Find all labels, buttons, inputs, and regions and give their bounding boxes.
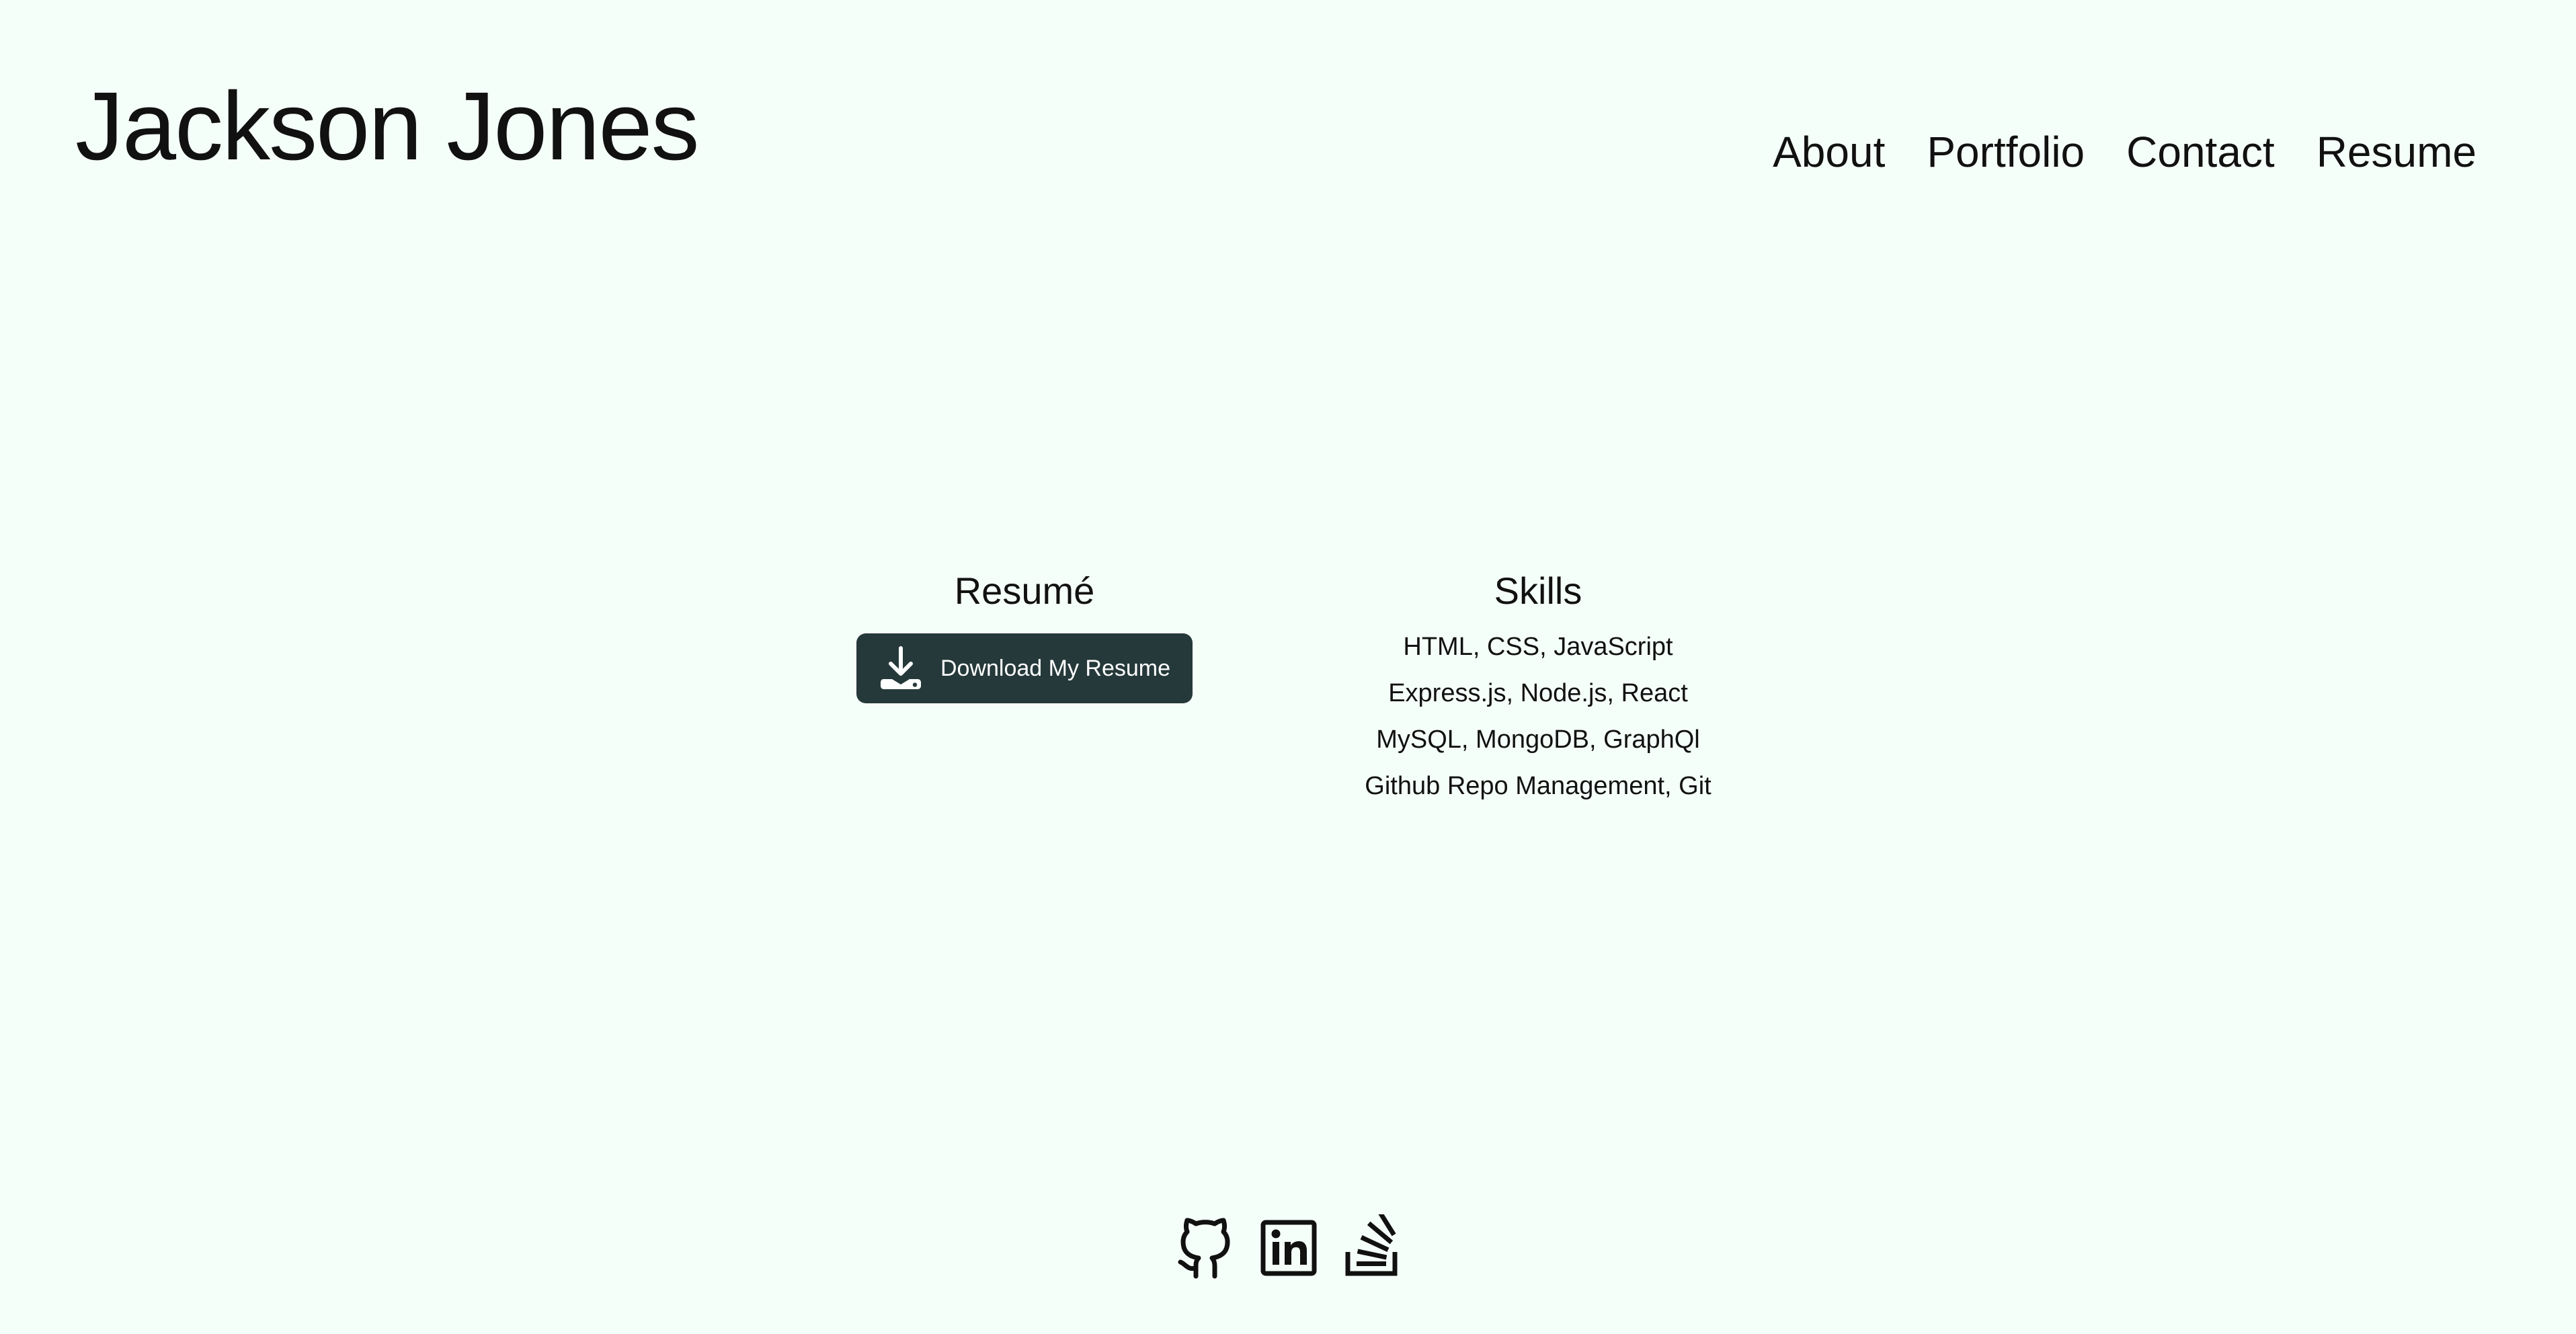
github-icon (1178, 1218, 1230, 1279)
nav-link-about[interactable]: About (1773, 125, 1885, 179)
resume-section: Resumé Download My Resume (856, 563, 1193, 703)
github-link[interactable] (1175, 1214, 1236, 1279)
skill-item: Express.js, Node.js, React (1388, 679, 1688, 707)
social-links (1175, 1214, 1402, 1279)
nav-link-contact[interactable]: Contact (2126, 125, 2275, 179)
skill-item: MySQL, MongoDB, GraphQl (1376, 725, 1700, 754)
download-resume-button[interactable]: Download My Resume (856, 633, 1193, 703)
stackoverflow-icon (1345, 1214, 1398, 1276)
main-nav: About Portfolio Contact Resume (1773, 125, 2477, 179)
nav-link-resume[interactable]: Resume (2317, 125, 2477, 179)
linkedin-link[interactable] (1258, 1214, 1319, 1279)
stackoverflow-link[interactable] (1342, 1214, 1402, 1279)
nav-link-portfolio[interactable]: Portfolio (1927, 125, 2085, 179)
skill-item: HTML, CSS, JavaScript (1403, 633, 1673, 661)
download-icon (880, 646, 921, 689)
site-title[interactable]: Jackson Jones (75, 73, 700, 180)
skills-section: Skills HTML, CSS, JavaScript Express.js,… (1336, 563, 1740, 810)
skills-list: HTML, CSS, JavaScript Express.js, Node.j… (1336, 624, 1740, 810)
skills-heading: Skills (1494, 570, 1582, 612)
skill-item: Github Repo Management, Git (1365, 772, 1712, 800)
resume-heading: Resumé (954, 570, 1095, 612)
linkedin-icon (1260, 1220, 1317, 1276)
download-resume-label: Download My Resume (940, 656, 1171, 681)
